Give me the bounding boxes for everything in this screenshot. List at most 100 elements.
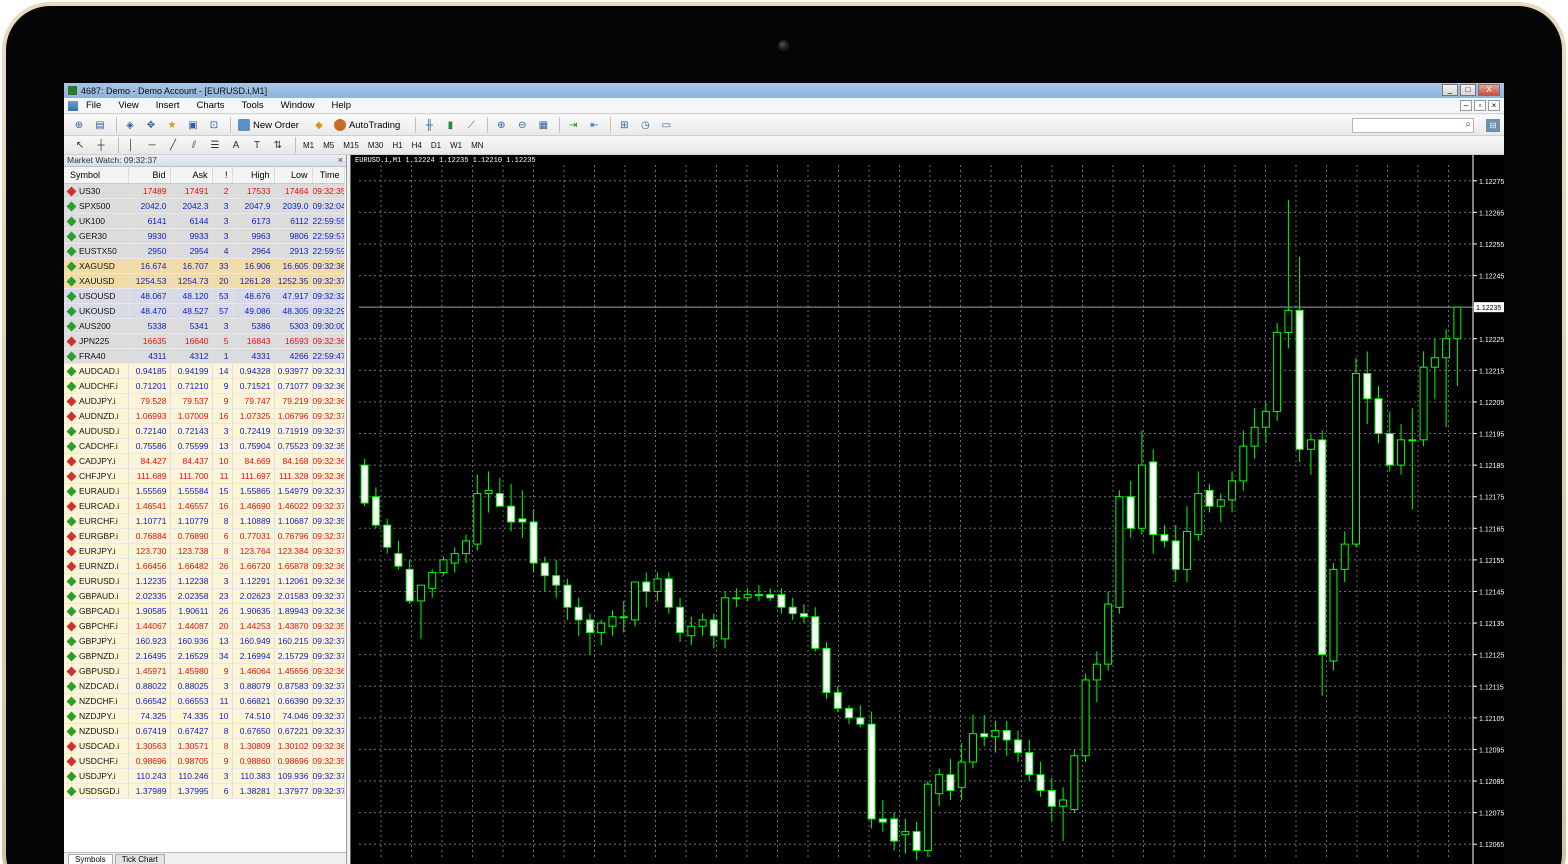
market-watch-row[interactable]: USOUSD 48.067 48.120 53 48.676 47.917 09:32:32 (64, 288, 345, 304)
market-watch-row[interactable]: XAGUSD 16.674 16.707 33 16.906 16.605 09:32:36 (64, 258, 345, 274)
market-watch-row[interactable]: AUDCHF.i 0.71201 0.71210 9 0.71521 0.71077 09:… (64, 378, 345, 394)
auto-scroll-icon[interactable]: ⇥ (564, 117, 582, 133)
market-watch-icon[interactable]: ◈ (121, 117, 139, 133)
tile-windows-icon[interactable]: ▦ (534, 117, 552, 133)
search-icon[interactable]: ⌕ (1465, 119, 1471, 130)
trendline-icon[interactable]: ╱ (165, 138, 181, 152)
market-watch-row[interactable]: NZDCAD.i 0.88022 0.88025 3 0.88079 0.87583 09:… (64, 678, 345, 694)
market-watch-row[interactable]: GER30 9930 9933 3 9963 9806 22:59:57 (64, 228, 345, 244)
market-watch-row[interactable]: NZDCHF.i 0.66542 0.66553 11 0.66821 0.66390 09… (64, 693, 345, 709)
market-watch-row[interactable]: EURCAD.i 1.46541 1.46557 16 1.46690 1.46022 09… (64, 498, 345, 514)
market-watch-row[interactable]: AUS200 5338 5341 3 5386 5303 09:30:00 (64, 318, 345, 334)
fibonacci-icon[interactable]: ☰ (207, 138, 223, 152)
market-watch-row[interactable]: NZDJPY.i 74.325 74.335 10 74.510 74.046 09:32:… (64, 708, 345, 724)
text-icon[interactable]: A (228, 138, 244, 152)
market-watch-row[interactable]: USDJPY.i 110.243 110.246 3 110.383 109.936 09:… (64, 768, 345, 784)
indicators-icon[interactable]: ⊞ (615, 117, 633, 133)
col-spread[interactable]: ! (212, 167, 233, 184)
strategy-tester-icon[interactable]: ⊡ (205, 117, 223, 133)
tab-symbols[interactable]: Symbols (68, 854, 113, 864)
timeframe-m15[interactable]: M15 (340, 140, 362, 151)
menu-file[interactable]: File (86, 100, 101, 111)
market-watch-row[interactable]: JPN225 16635 16640 5 16843 16593 09:32:36 (64, 333, 345, 349)
new-chart-icon[interactable]: ⊕ (70, 117, 88, 133)
chart-minimize-button[interactable]: – (1460, 100, 1472, 111)
market-watch-close-icon[interactable]: × (338, 155, 343, 166)
candlestick-chart[interactable]: 1.12275 1.12265 1.12255 1.12245 1.12225 1.122… (351, 155, 1504, 864)
market-watch-row[interactable]: AUDUSD.i 0.72140 0.72143 3 0.72419 0.71919 09:… (64, 423, 345, 439)
market-watch-row[interactable]: GBPAUD.i 2.02335 2.02358 23 2.02623 2.01583 09… (64, 588, 345, 604)
timeframe-h1[interactable]: H1 (389, 140, 405, 151)
menu-help[interactable]: Help (331, 100, 351, 111)
bar-chart-icon[interactable]: ╫ (420, 117, 438, 133)
market-watch-row[interactable]: XAUUSD 1254.53 1254.73 20 1261.28 1252.35 09:3… (64, 273, 345, 289)
candlesticks-icon[interactable]: ▮ (441, 117, 459, 133)
market-watch-row[interactable]: USDCAD.i 1.30563 1.30571 8 1.30809 1.30102 09:… (64, 738, 345, 754)
market-watch-row[interactable]: GBPCAD.i 1.90585 1.90611 26 1.90635 1.89943 09… (64, 603, 345, 619)
equidistant-channel-icon[interactable]: ⫽ (186, 138, 202, 152)
timeframe-w1[interactable]: W1 (447, 140, 465, 151)
market-watch-row[interactable]: GBPNZD.i 2.16495 2.16529 34 2.16994 2.15729 09… (64, 648, 345, 664)
chart-window-icon[interactable] (68, 100, 78, 111)
market-watch-row[interactable]: EUSTX50 2950 2954 4 2964 2913 22:59:59 (64, 243, 345, 259)
periods-icon[interactable]: ◷ (636, 117, 654, 133)
navigator-icon[interactable]: ★ (163, 117, 181, 133)
search-input[interactable] (1352, 118, 1474, 133)
arrows-icon[interactable]: ⇅ (270, 138, 286, 152)
chart-close-button[interactable]: × (1488, 100, 1500, 111)
new-order-button[interactable]: New Order (235, 118, 302, 132)
templates-icon[interactable]: ▭ (657, 117, 675, 133)
market-watch-row[interactable]: CADJPY.i 84.427 84.437 10 84.669 84.168 09:32:… (64, 453, 345, 469)
menu-window[interactable]: Window (281, 100, 315, 111)
timeframe-m30[interactable]: M30 (365, 140, 387, 151)
crosshair-icon[interactable]: ┼ (93, 138, 109, 152)
timeframe-mn[interactable]: MN (468, 140, 486, 151)
chart-shift-icon[interactable]: ⇤ (585, 117, 603, 133)
market-watch-row[interactable]: EURUSD.i 1.12235 1.12238 3 1.12291 1.12061 09:… (64, 573, 345, 589)
col-bid[interactable]: Bid (128, 167, 171, 184)
market-watch-row[interactable]: UKOUSD 48.470 48.527 57 49.086 48.305 09:32:29 (64, 303, 345, 319)
market-watch-row[interactable]: AUDNZD.i 1.06993 1.07009 16 1.07325 1.06796 09… (64, 408, 345, 424)
market-watch-row[interactable]: NZDUSD.i 0.67419 0.67427 8 0.67650 0.67221 09:… (64, 723, 345, 739)
tab-tick-chart[interactable]: Tick Chart (114, 854, 165, 864)
text-label-icon[interactable]: T (249, 138, 265, 152)
timeframe-m1[interactable]: M1 (300, 140, 317, 151)
col-ask[interactable]: Ask (170, 167, 213, 184)
market-watch-row[interactable]: USDCHF.i 0.98696 0.98705 9 0.98860 0.98696 09:… (64, 753, 345, 769)
timeframe-h4[interactable]: H4 (409, 140, 425, 151)
cursor-icon[interactable]: ↖ (72, 138, 88, 152)
data-window-icon[interactable]: ✥ (142, 117, 160, 133)
market-watch-row[interactable]: CHFJPY.i 111.689 111.700 11 111.697 111.328 09… (64, 468, 345, 484)
chart-window[interactable]: 1.12275 1.12265 1.12255 1.12245 1.12225 1.122… (350, 155, 1504, 864)
menu-charts[interactable]: Charts (197, 100, 225, 111)
market-watch-row[interactable]: AUDCAD.i 0.94185 0.94199 14 0.94328 0.93977 09… (64, 363, 345, 379)
profiles-icon[interactable]: ▤ (91, 117, 109, 133)
market-watch-row[interactable]: GBPJPY.i 160.923 160.936 13 160.949 160.215 09… (64, 633, 345, 649)
market-watch-row[interactable]: EURCHF.i 1.10771 1.10779 8 1.10889 1.10687 09:… (64, 513, 345, 529)
menu-view[interactable]: View (118, 100, 138, 111)
market-watch-row[interactable]: GBPUSD.i 1.45971 1.45980 9 1.46064 1.45656 09:… (64, 663, 345, 679)
terminal-icon[interactable]: ▣ (184, 117, 202, 133)
market-watch-row[interactable]: CADCHF.i 0.75586 0.75599 13 0.75904 0.75523 09… (64, 438, 345, 454)
timeframe-d1[interactable]: D1 (428, 140, 444, 151)
market-watch-row[interactable]: AUDJPY.i 79.528 79.537 9 79.747 79.219 09:32:3… (64, 393, 345, 409)
community-icon[interactable]: ⊟ (1486, 119, 1500, 132)
market-watch-row[interactable]: EURJPY.i 123.730 123.738 8 123.764 123.384 09:… (64, 543, 345, 559)
col-time[interactable]: Time (312, 167, 345, 184)
metaeditor-icon[interactable]: ◆ (310, 117, 328, 133)
col-low[interactable]: Low (274, 167, 313, 184)
zoom-out-icon[interactable]: ⊖ (513, 117, 531, 133)
market-watch-row[interactable]: FRA40 4311 4312 1 4331 4266 22:59:47 (64, 348, 345, 364)
market-watch-row[interactable]: EURNZD.i 1.66456 1.66482 26 1.66720 1.65878 09… (64, 558, 345, 574)
market-watch-row[interactable]: SPX500 2042.0 2042.3 3 2047.9 2039.0 09:32:04 (64, 198, 345, 214)
market-watch-row[interactable]: UK100 6141 6144 3 6173 6112 22:59:55 (64, 213, 345, 229)
timeframe-m5[interactable]: M5 (320, 140, 337, 151)
minimize-button[interactable]: _ (1442, 84, 1458, 96)
horizontal-line-icon[interactable]: ─ (144, 138, 160, 152)
line-chart-icon[interactable]: ⟋ (462, 117, 480, 133)
vertical-line-icon[interactable]: │ (123, 138, 139, 152)
col-high[interactable]: High (232, 167, 275, 184)
market-watch-row[interactable]: US30 17489 17491 2 17533 17464 09:32:35 (64, 183, 345, 199)
menu-insert[interactable]: Insert (156, 100, 180, 111)
market-watch-row[interactable]: EURGBP.i 0.76884 0.76890 6 0.77031 0.76796 09:… (64, 528, 345, 544)
